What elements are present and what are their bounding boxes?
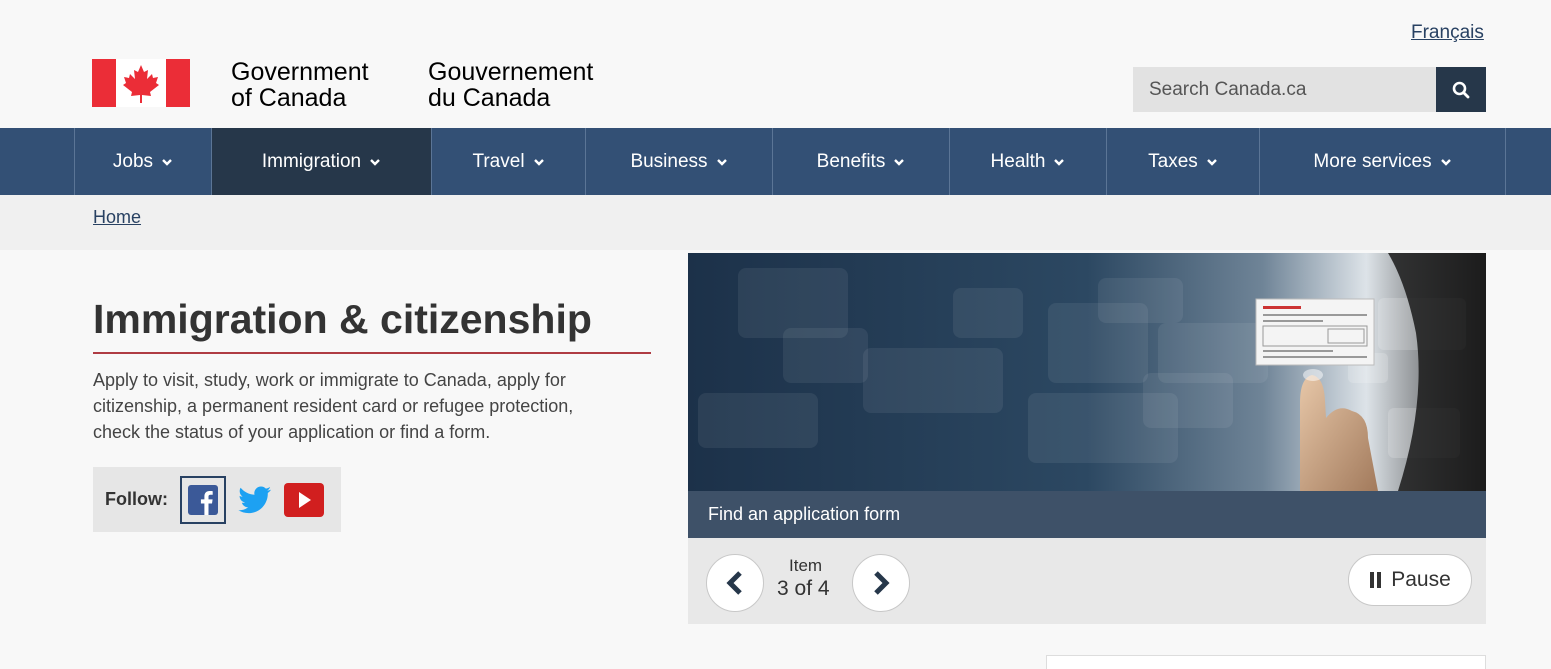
carousel-next-button[interactable] [852,554,910,612]
main-menu-bar: Jobs Immigration Travel Business Benefit… [0,128,1551,195]
carousel-previous-button[interactable] [706,554,764,612]
chevron-left-icon [726,571,742,595]
breadcrumb: Home [0,195,1551,250]
search-input[interactable] [1133,67,1436,112]
title-underline [93,352,651,354]
facebook-link[interactable] [179,475,226,524]
twitter-icon [238,486,271,513]
chevron-right-icon [874,571,890,595]
chevron-down-icon [162,158,172,166]
pause-icon [1370,572,1382,588]
canada-flag-logo [92,59,190,107]
gouvernement-du-canada-wordmark: Gouvernement du Canada [428,58,594,112]
chevron-down-icon [894,158,905,166]
chevron-down-icon [1206,158,1217,166]
chevron-down-icon [533,158,544,166]
carousel-pause-button[interactable]: Pause [1348,554,1472,606]
menu-item-benefits[interactable]: Benefits [773,128,950,195]
carousel-item-label: Item [789,556,823,575]
menu-item-business[interactable]: Business [586,128,773,195]
menu-item-health[interactable]: Health [950,128,1107,195]
youtube-icon [283,482,324,517]
carousel-caption[interactable]: Find an application form [708,504,900,525]
breadcrumb-home-link[interactable]: Home [93,207,141,228]
menu-item-jobs[interactable]: Jobs [75,128,212,195]
chevron-down-icon [370,158,380,166]
carousel-hero-image[interactable] [688,253,1486,491]
main-menu: Jobs Immigration Travel Business Benefit… [74,128,1506,195]
chevron-down-icon [1440,158,1451,166]
menu-item-travel[interactable]: Travel [432,128,586,195]
carousel-caption-bar: Find an application form [688,491,1486,538]
page-title: Immigration & citizenship [93,296,592,342]
language-toggle-link[interactable]: Français [1411,22,1484,44]
social-follow-panel: Follow: [93,467,341,532]
intro-paragraph: Apply to visit, study, work or immigrate… [93,370,574,442]
search-button[interactable] [1436,67,1486,112]
site-search [1133,67,1486,112]
feature-carousel: Find an application form Item 3 of 4 Pau… [688,253,1486,624]
facebook-icon [187,484,218,515]
twitter-link[interactable] [238,485,272,515]
search-icon [1452,81,1470,98]
carousel-item-count: 3 of 4 [777,577,830,600]
youtube-link[interactable] [283,482,324,517]
hero-graphic [688,253,1486,491]
follow-label: Follow: [105,489,168,509]
menu-item-taxes[interactable]: Taxes [1107,128,1260,195]
government-of-canada-wordmark: Government of Canada [231,58,369,112]
chevron-down-icon [1054,158,1065,166]
content-panel-edge [1046,655,1486,669]
menu-item-immigration[interactable]: Immigration [212,128,432,195]
chevron-down-icon [716,158,727,166]
carousel-controls: Item 3 of 4 Pause [688,538,1486,624]
menu-item-more-services[interactable]: More services [1260,128,1506,195]
